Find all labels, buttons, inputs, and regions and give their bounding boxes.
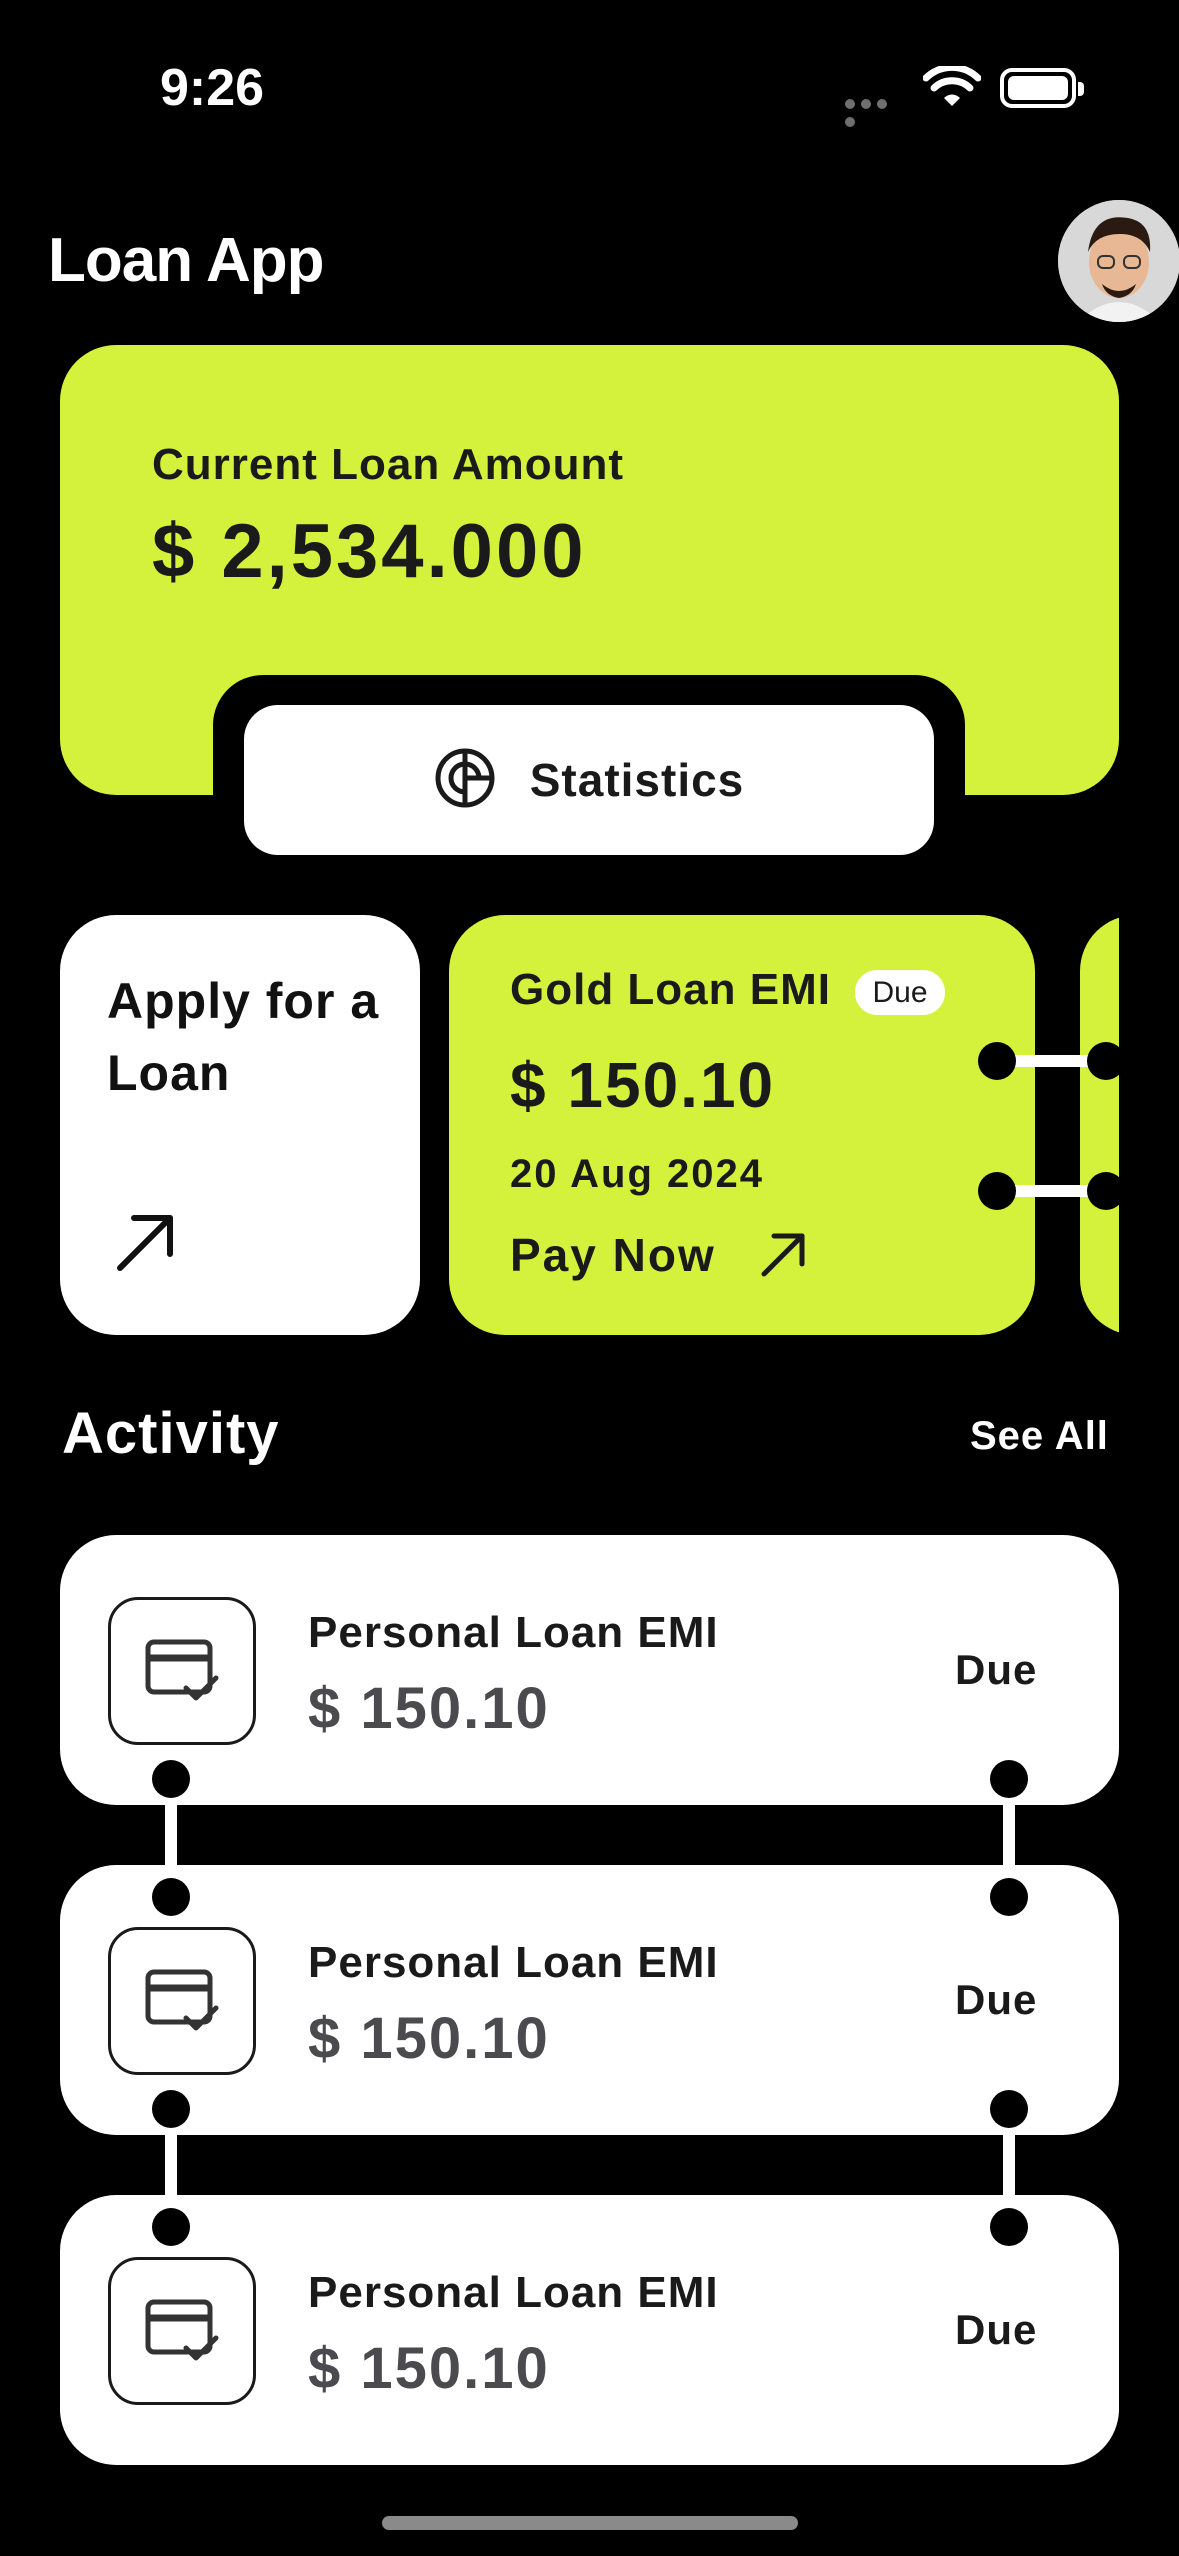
card-check-icon xyxy=(108,1927,256,2075)
activity-item-title: Personal Loan EMI xyxy=(308,2268,719,2317)
scroll-edge-mask xyxy=(1119,900,1179,1360)
loan-amount-label: Current Loan Amount xyxy=(152,440,624,489)
connector-dot xyxy=(152,1760,190,1798)
pay-now-link[interactable]: Pay Now xyxy=(510,1228,716,1282)
activity-item-amount: $ 150.10 xyxy=(308,2336,550,2401)
arrow-up-right-icon xyxy=(760,1232,806,1283)
statistics-label: Statistics xyxy=(529,754,745,806)
wifi-icon xyxy=(922,63,982,115)
connector-dot xyxy=(978,1042,1016,1080)
connector-dot xyxy=(152,1878,190,1916)
activity-item-amount: $ 150.10 xyxy=(308,2006,550,2071)
activity-item-status: Due xyxy=(955,1976,1038,2023)
activity-title: Activity xyxy=(62,1401,280,1466)
connector-dot xyxy=(152,2090,190,2128)
connector-dot xyxy=(990,2090,1028,2128)
arrow-up-right-icon xyxy=(112,1210,178,1281)
statistics-button[interactable]: Statistics xyxy=(244,705,934,855)
connector-dot xyxy=(152,2208,190,2246)
statistics-icon xyxy=(434,747,496,814)
status-badge: Due xyxy=(855,970,945,1015)
activity-item-title: Personal Loan EMI xyxy=(308,1938,719,1987)
gold-loan-amount: $ 150.10 xyxy=(510,1049,776,1121)
gold-loan-title: Gold Loan EMI xyxy=(510,965,831,1014)
card-check-icon xyxy=(108,2257,256,2405)
card-check-icon xyxy=(108,1597,256,1745)
connector-dot xyxy=(990,2208,1028,2246)
battery-icon xyxy=(1000,68,1084,108)
gold-loan-date: 20 Aug 2024 xyxy=(510,1152,764,1196)
loan-amount-value: $ 2,534.000 xyxy=(152,509,587,594)
connector-dot xyxy=(990,1878,1028,1916)
connector-dot xyxy=(990,1760,1028,1798)
activity-item-status: Due xyxy=(955,1646,1038,1693)
apply-loan-label: Apply for a Loan xyxy=(107,973,380,1101)
see-all-link[interactable]: See All xyxy=(970,1414,1109,1459)
connector-dot xyxy=(978,1172,1016,1210)
status-time: 9:26 xyxy=(160,59,265,117)
activity-item-amount: $ 150.10 xyxy=(308,1676,550,1741)
home-indicator[interactable] xyxy=(382,2516,798,2530)
signal-dots-icon xyxy=(845,96,905,127)
avatar[interactable] xyxy=(1058,200,1179,322)
page-title: Loan App xyxy=(48,226,325,295)
activity-item-title: Personal Loan EMI xyxy=(308,1608,719,1657)
activity-item-status: Due xyxy=(955,2306,1038,2353)
